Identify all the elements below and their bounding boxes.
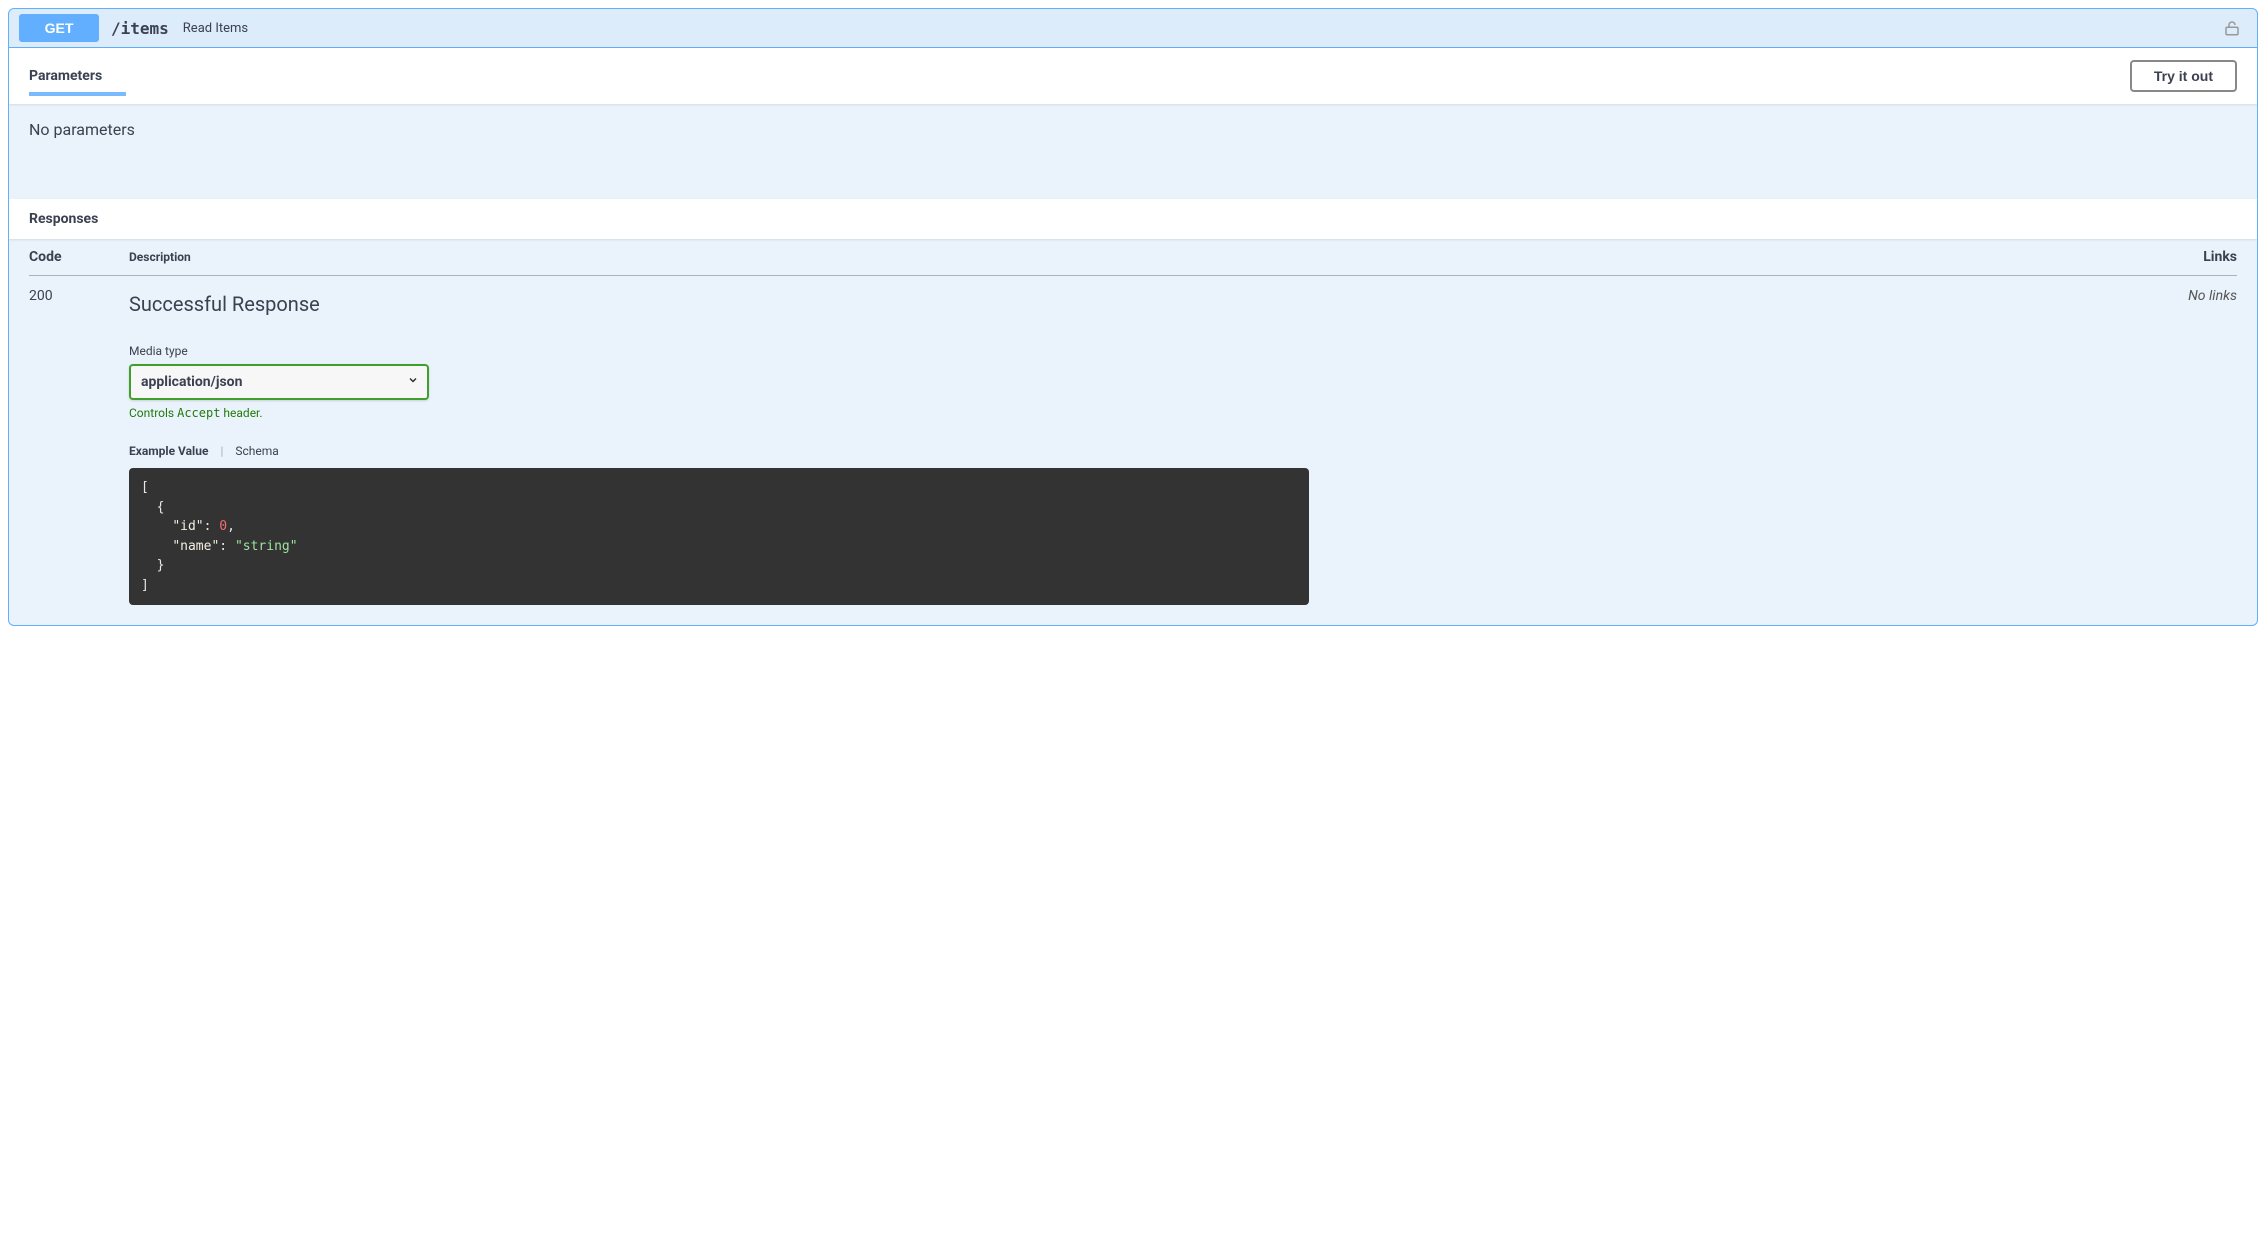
media-type-select[interactable]: application/json bbox=[129, 364, 429, 400]
http-method-badge: GET bbox=[19, 14, 99, 42]
responses-header: Responses bbox=[9, 199, 2257, 239]
responses-heading: Responses bbox=[29, 211, 98, 227]
tab-divider: | bbox=[220, 444, 223, 458]
response-row: 200 Successful Response Media type appli… bbox=[29, 276, 2237, 606]
auth-lock-icon[interactable] bbox=[2217, 19, 2247, 37]
operation-body: Parameters Try it out No parameters Resp… bbox=[9, 48, 2257, 625]
tab-schema[interactable]: Schema bbox=[235, 444, 278, 458]
try-it-out-button[interactable]: Try it out bbox=[2130, 60, 2237, 92]
no-links-text: No links bbox=[2188, 288, 2237, 304]
tab-example-value[interactable]: Example Value bbox=[129, 444, 208, 458]
endpoint-summary: Read Items bbox=[183, 21, 248, 36]
responses-wrapper: Code Description Links 200 Successful Re… bbox=[9, 239, 2257, 625]
no-parameters-text: No parameters bbox=[9, 104, 2257, 199]
response-code: 200 bbox=[29, 276, 129, 606]
responses-col-links: Links bbox=[2097, 239, 2237, 276]
response-links-cell: No links bbox=[2097, 276, 2237, 606]
accept-header-note: Controls Accept header. bbox=[129, 406, 2097, 420]
example-schema-tabs: Example Value | Schema bbox=[129, 444, 2097, 458]
responses-col-description: Description bbox=[129, 239, 2097, 276]
response-description-cell: Successful Response Media type applicati… bbox=[129, 276, 2097, 606]
parameters-header: Parameters Try it out bbox=[9, 48, 2257, 104]
media-type-select-wrap: application/json bbox=[129, 364, 429, 400]
operation-summary-row[interactable]: GET /items Read Items bbox=[9, 9, 2257, 48]
operation-block: GET /items Read Items Parameters Try it … bbox=[8, 8, 2258, 626]
responses-col-code: Code bbox=[29, 239, 129, 276]
media-type-label: Media type bbox=[129, 344, 2097, 358]
parameters-heading: Parameters bbox=[29, 68, 102, 84]
endpoint-path: /items bbox=[111, 19, 169, 38]
response-description: Successful Response bbox=[129, 292, 2097, 316]
example-value-code: [ { "id": 0, "name": "string" } ] bbox=[129, 468, 1309, 605]
responses-table: Code Description Links 200 Successful Re… bbox=[29, 239, 2237, 605]
